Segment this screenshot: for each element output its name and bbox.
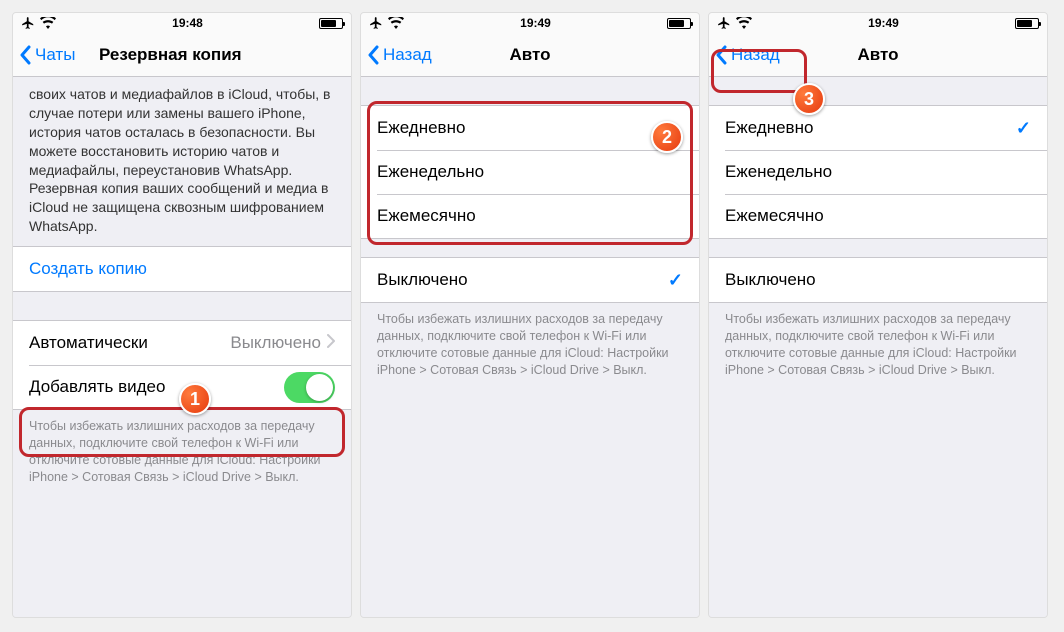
chevron-left-icon xyxy=(19,45,31,65)
footer-hint: Чтобы избежать излишних расходов за пере… xyxy=(361,303,699,389)
nav-bar: Чаты Резервная копия xyxy=(13,33,351,77)
settings-content: своих чатов и медиафайлов в iCloud, чтоб… xyxy=(13,77,351,617)
add-video-toggle[interactable] xyxy=(284,372,335,403)
option-off[interactable]: Выключено xyxy=(709,258,1047,302)
status-bar: 19:48 xyxy=(13,13,351,33)
battery-icon xyxy=(667,18,691,29)
status-time: 19:49 xyxy=(520,16,551,30)
create-backup-label: Создать копию xyxy=(29,259,147,279)
battery-icon xyxy=(319,18,343,29)
option-label: Еженедельно xyxy=(725,162,832,182)
settings-content: Ежедневно ✓ Еженедельно Ежемесячно Выклю… xyxy=(709,77,1047,617)
settings-content: Ежедневно Еженедельно Ежемесячно Выключе… xyxy=(361,77,699,617)
option-label: Ежедневно xyxy=(725,118,813,138)
nav-back-button[interactable]: Назад xyxy=(709,45,780,65)
airplane-mode-icon xyxy=(21,16,35,30)
checkmark-icon: ✓ xyxy=(1016,118,1031,139)
auto-backup-value: Выключено xyxy=(230,333,321,353)
option-label: Еженедельно xyxy=(377,162,484,182)
option-label: Выключено xyxy=(725,270,816,290)
option-daily[interactable]: Ежедневно ✓ xyxy=(709,106,1047,150)
nav-back-label: Назад xyxy=(731,45,780,65)
phone-screen-1: 19:48 Чаты Резервная копия своих чатов и… xyxy=(12,12,352,618)
nav-back-button[interactable]: Чаты xyxy=(13,45,75,65)
status-time: 19:48 xyxy=(172,16,203,30)
status-bar: 19:49 xyxy=(361,13,699,33)
option-daily[interactable]: Ежедневно xyxy=(361,106,699,150)
footer-hint: Чтобы избежать излишних расходов за пере… xyxy=(13,410,351,496)
nav-back-label: Назад xyxy=(383,45,432,65)
step-badge-2: 2 xyxy=(651,121,683,153)
option-monthly[interactable]: Ежемесячно xyxy=(709,194,1047,238)
wifi-icon xyxy=(40,17,56,29)
option-monthly[interactable]: Ежемесячно xyxy=(361,194,699,238)
option-label: Ежемесячно xyxy=(725,206,824,226)
airplane-mode-icon xyxy=(369,16,383,30)
chevron-left-icon xyxy=(715,45,727,65)
nav-bar: Назад Авто xyxy=(709,33,1047,77)
nav-title: Резервная копия xyxy=(99,45,242,65)
create-backup-button[interactable]: Создать копию xyxy=(13,247,351,291)
chevron-left-icon xyxy=(367,45,379,65)
option-label: Ежедневно xyxy=(377,118,465,138)
option-weekly[interactable]: Еженедельно xyxy=(709,150,1047,194)
option-weekly[interactable]: Еженедельно xyxy=(361,150,699,194)
nav-bar: Назад Авто xyxy=(361,33,699,77)
chevron-right-icon xyxy=(327,333,335,353)
wifi-icon xyxy=(388,17,404,29)
step-badge-3: 3 xyxy=(793,83,825,115)
backup-description: своих чатов и медиафайлов в iCloud, чтоб… xyxy=(13,77,351,246)
phone-screen-3: 19:49 Назад Авто Ежедневно ✓ Еженедельно xyxy=(708,12,1048,618)
status-bar: 19:49 xyxy=(709,13,1047,33)
nav-back-button[interactable]: Назад xyxy=(361,45,432,65)
option-label: Ежемесячно xyxy=(377,206,476,226)
option-label: Выключено xyxy=(377,270,468,290)
airplane-mode-icon xyxy=(717,16,731,30)
add-video-label: Добавлять видео xyxy=(29,377,165,397)
battery-icon xyxy=(1015,18,1039,29)
option-off[interactable]: Выключено ✓ xyxy=(361,258,699,302)
checkmark-icon: ✓ xyxy=(668,270,683,291)
nav-back-label: Чаты xyxy=(35,45,75,65)
auto-backup-label: Автоматически xyxy=(29,333,148,353)
wifi-icon xyxy=(736,17,752,29)
status-time: 19:49 xyxy=(868,16,899,30)
footer-hint: Чтобы избежать излишних расходов за пере… xyxy=(709,303,1047,389)
phone-screen-2: 19:49 Назад Авто Ежедневно Еженедельно xyxy=(360,12,700,618)
auto-backup-row[interactable]: Автоматически Выключено xyxy=(13,321,351,365)
step-badge-1: 1 xyxy=(179,383,211,415)
